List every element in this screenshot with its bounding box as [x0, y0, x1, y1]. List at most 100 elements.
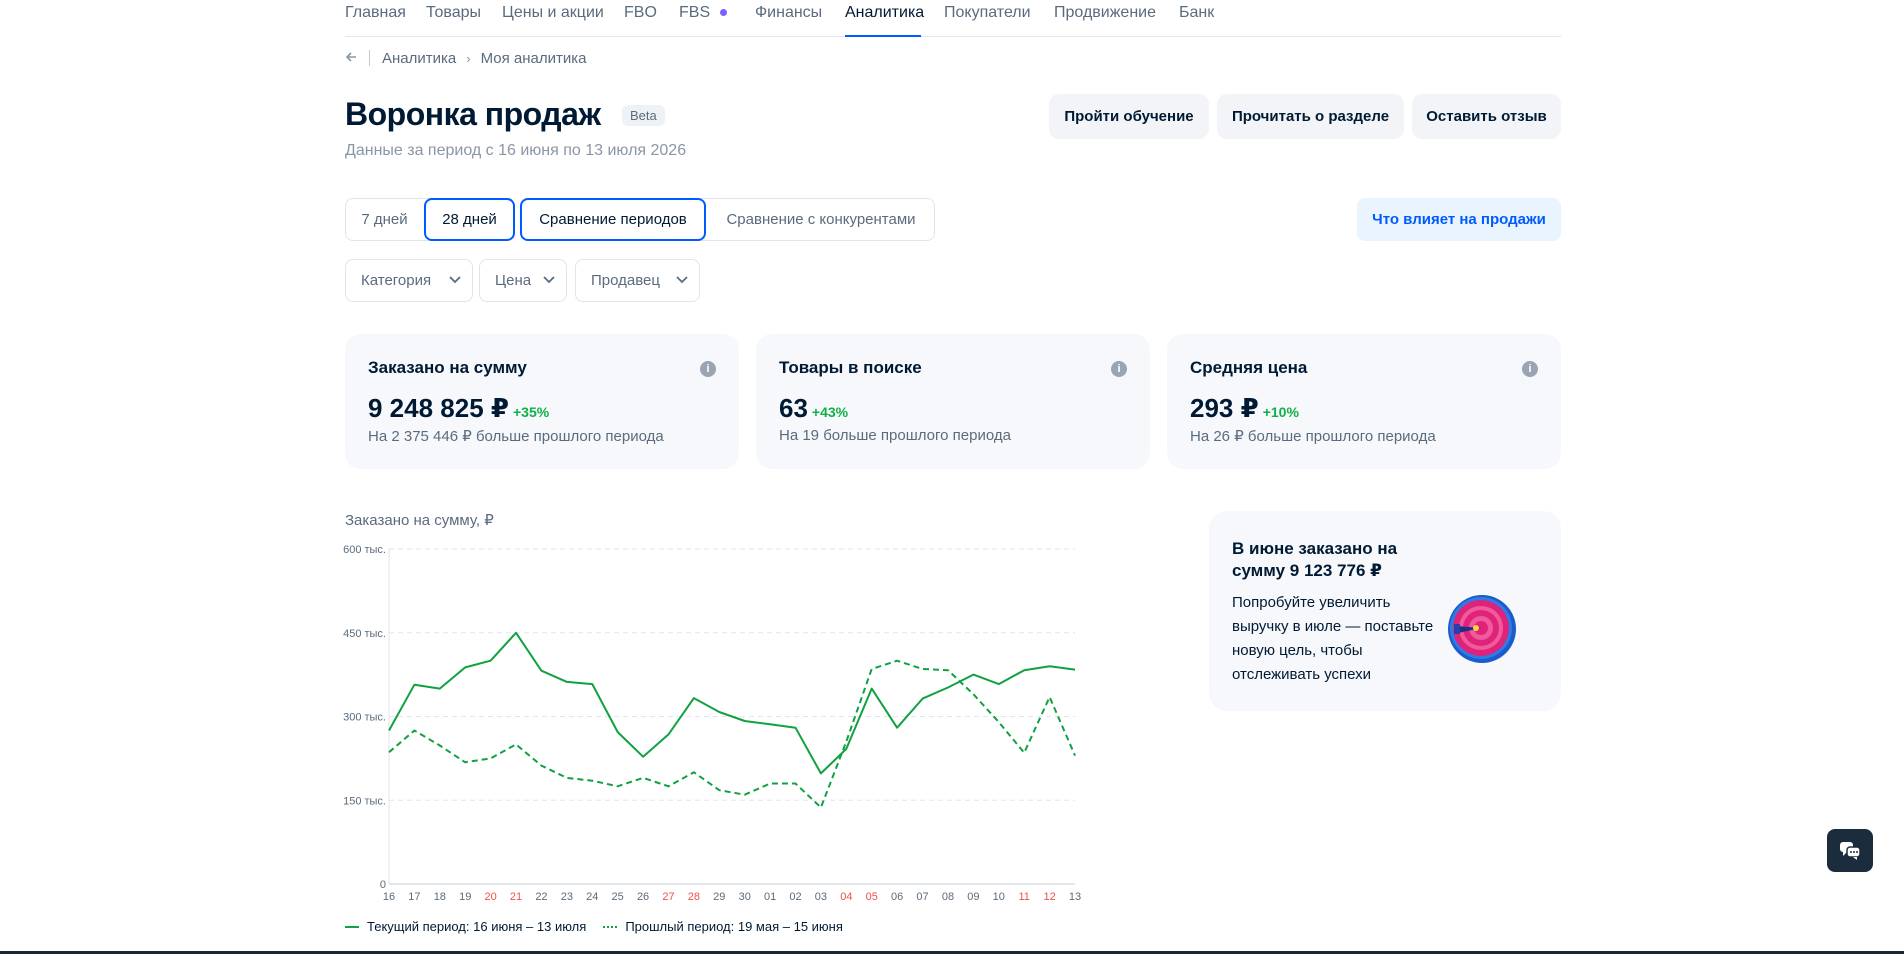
metric-value: 9 248 825 ₽ +35%	[368, 393, 549, 424]
metric-subtext: На 19 больше прошлого периода	[779, 427, 1011, 444]
chevron-down-icon	[449, 276, 461, 284]
metric-title: Средняя цена	[1190, 358, 1308, 377]
chat-button[interactable]	[1827, 829, 1873, 872]
x-tick-label: 02	[789, 891, 801, 903]
info-icon[interactable]: i	[1522, 361, 1538, 377]
x-tick-label: 18	[434, 891, 446, 903]
chart-legend: Текущий период: 16 июня – 13 июля Прошлы…	[345, 919, 843, 934]
metric-subtext: На 2 375 446 ₽ больше прошлого периода	[368, 428, 664, 445]
nav-item-fbs[interactable]: FBS	[679, 4, 728, 22]
x-tick-label: 28	[688, 891, 700, 903]
price-filter[interactable]: Цена	[479, 259, 567, 302]
nav-item-bank[interactable]: Банк	[1179, 4, 1214, 22]
metric-value: 293 ₽ +10%	[1190, 393, 1299, 424]
nav-item-prices[interactable]: Цены и акции	[502, 4, 604, 22]
nav-item-finance[interactable]: Финансы	[755, 4, 822, 22]
metric-card-ordered-sum: Заказано на сумму i 9 248 825 ₽ +35% На 2…	[345, 334, 739, 469]
read-about-button[interactable]: Прочитать о разделе	[1217, 94, 1404, 139]
breadcrumb: Аналитика › Моя аналитика	[345, 49, 586, 67]
x-tick-label: 11	[1018, 891, 1029, 903]
metric-delta: +35%	[512, 404, 550, 420]
info-icon[interactable]: i	[700, 361, 716, 377]
y-tick-label: 150 тыс.	[343, 795, 386, 807]
price-filter-label: Цена	[495, 272, 532, 289]
x-tick-label: 13	[1069, 891, 1081, 903]
category-filter[interactable]: Категория	[345, 259, 473, 302]
metric-card-products-in-search: Товары в поиске i 63 +43% На 19 больше пр…	[756, 334, 1150, 469]
chevron-right-icon: ›	[466, 50, 471, 66]
seller-filter[interactable]: Продавец	[575, 259, 700, 302]
comparison-selector: Сравнение периодов Сравнение с конкурент…	[520, 198, 935, 241]
info-icon[interactable]: i	[1111, 361, 1127, 377]
promo-text: Попробуйте увеличить выручку в июле — по…	[1232, 594, 1434, 683]
x-tick-label: 29	[713, 891, 725, 903]
active-tab-underline	[845, 35, 921, 37]
metric-title: Товары в поиске	[779, 358, 922, 377]
nav-item-promotion[interactable]: Продвижение	[1054, 4, 1156, 22]
x-tick-label: 01	[764, 891, 776, 903]
nav-item-main[interactable]: Главная	[345, 4, 406, 22]
period-7-days[interactable]: 7 дней	[346, 198, 423, 241]
metric-value-text: 293 ₽	[1190, 393, 1259, 423]
metric-value-text: 63	[779, 393, 808, 423]
series-line-current	[388, 631, 1076, 775]
breadcrumb-my-analytics[interactable]: Моя аналитика	[481, 50, 587, 67]
x-tick-label: 20	[485, 891, 497, 903]
x-tick-label: 06	[891, 891, 903, 903]
page-subtitle: Данные за период с 16 июня по 13 июля 20…	[345, 142, 687, 159]
beta-badge: Beta	[622, 105, 665, 126]
period-28-days[interactable]: 28 дней	[424, 198, 515, 241]
x-tick-label: 05	[866, 891, 878, 903]
leave-feedback-button[interactable]: Оставить отзыв	[1412, 94, 1561, 139]
metric-value: 63 +43%	[779, 393, 848, 424]
chevron-down-icon	[676, 276, 688, 284]
nav-item-customers[interactable]: Покупатели	[944, 4, 1031, 22]
x-tick-label: 27	[662, 891, 674, 903]
x-tick-label: 12	[1043, 891, 1055, 903]
breadcrumb-analytics[interactable]: Аналитика	[382, 50, 456, 67]
x-tick-label: 30	[739, 891, 751, 903]
legend-previous-period: Прошлый период: 19 мая – 15 июня	[625, 919, 843, 934]
page-title: Воронка продаж	[345, 96, 601, 132]
seller-filter-label: Продавец	[591, 272, 660, 289]
training-button[interactable]: Пройти обучение	[1049, 94, 1209, 139]
notification-dot-icon	[720, 9, 728, 17]
nav-item-fbo[interactable]: FBO	[624, 4, 657, 22]
x-tick-label: 03	[815, 891, 827, 903]
chart-title: Заказано на сумму, ₽	[345, 512, 494, 529]
x-tick-label: 23	[561, 891, 573, 903]
x-tick-label: 07	[916, 891, 928, 903]
x-tick-label: 24	[586, 891, 598, 903]
compare-competitors-option[interactable]: Сравнение с конкурентами	[707, 198, 935, 241]
nav-item-products[interactable]: Товары	[426, 4, 481, 22]
metric-subtext: На 26 ₽ больше прошлого периода	[1190, 428, 1436, 445]
y-tick-label: 600 тыс.	[343, 544, 386, 556]
x-tick-label: 21	[510, 891, 522, 903]
y-tick-label: 450 тыс.	[343, 628, 386, 640]
sales-line-chart: 0 150 тыс. 300 тыс. 450 тыс. 600 тыс. 16 17 18 1…	[343, 544, 1081, 903]
x-tick-label: 04	[840, 891, 852, 903]
metric-delta: +43%	[811, 404, 849, 420]
legend-solid-swatch	[345, 925, 359, 928]
x-tick-label: 10	[993, 891, 1005, 903]
goal-promo-card[interactable]: В июне заказано на сумму 9 123 776 ₽ Поп…	[1209, 511, 1561, 711]
legend-current-period: Текущий период: 16 июня – 13 июля	[367, 919, 587, 934]
nav-item-fbs-label: FBS	[679, 4, 711, 21]
compare-periods-option[interactable]: Сравнение периодов	[520, 198, 706, 241]
metric-title: Заказано на сумму	[368, 358, 527, 377]
back-arrow-icon[interactable]	[345, 50, 359, 67]
series-line-previous	[388, 659, 1076, 809]
x-tick-label: 09	[967, 891, 979, 903]
x-tick-label: 17	[408, 891, 420, 903]
chat-icon	[1840, 841, 1861, 860]
top-navigation: Главная Товары Цены и акции FBO FBS Фина…	[345, 0, 1561, 37]
x-tick-label: 16	[383, 891, 395, 903]
nav-item-analytics[interactable]: Аналитика	[845, 4, 924, 22]
y-tick-label: 0	[380, 879, 386, 891]
what-affects-sales-button[interactable]: Что влияет на продажи	[1357, 198, 1561, 241]
breadcrumb-divider	[369, 50, 370, 66]
legend-dotted-swatch	[603, 925, 618, 928]
target-icon	[1448, 595, 1516, 663]
metric-value-text: 9 248 825 ₽	[368, 393, 509, 423]
x-tick-label: 26	[637, 891, 649, 903]
